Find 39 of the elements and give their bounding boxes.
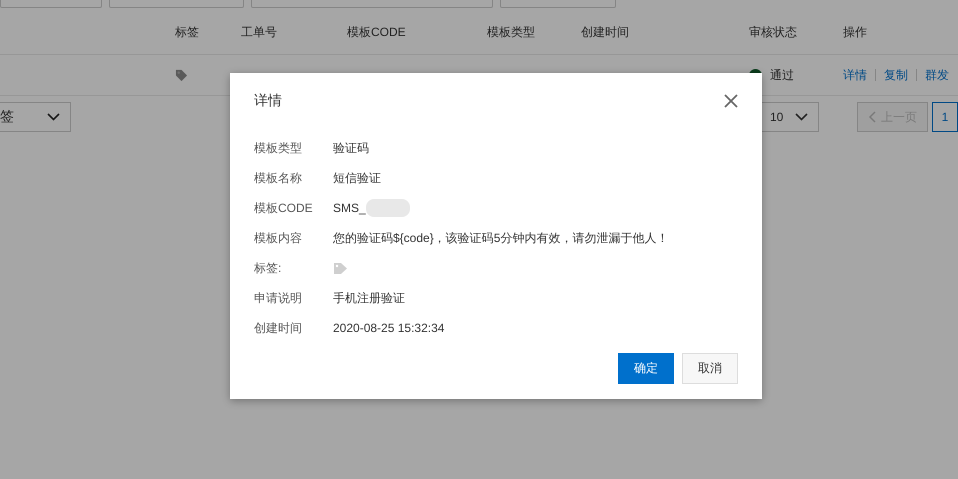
field-value: 2020-08-25 15:32:34	[333, 321, 444, 335]
column-header: 操作	[843, 24, 868, 40]
filter-field[interactable]	[109, 0, 244, 8]
chevron-down-icon	[795, 113, 808, 121]
cancel-button[interactable]: 取消	[682, 353, 738, 384]
column-header: 模板类型	[487, 24, 536, 40]
chevron-down-icon	[47, 113, 60, 121]
column-header: 审核状态	[749, 24, 798, 40]
field-value: SMS_	[333, 201, 366, 215]
column-header: 工单号	[241, 24, 278, 40]
close-icon[interactable]	[724, 94, 738, 108]
filter-field[interactable]	[251, 0, 493, 8]
field-label: 模板名称	[254, 170, 303, 186]
field-label: 模板类型	[254, 140, 303, 156]
tag-select[interactable]: 签	[0, 102, 71, 132]
column-header: 模板CODE	[347, 24, 407, 40]
field-label: 模板内容	[254, 230, 303, 246]
page-button[interactable]: 1	[932, 102, 958, 132]
field-label: 标签:	[254, 260, 282, 276]
field-value: 验证码	[333, 140, 369, 156]
column-header: 标签	[175, 24, 200, 40]
action-link[interactable]: 群发	[925, 66, 949, 84]
filter-field[interactable]	[0, 0, 102, 8]
field-value: 手机注册验证	[333, 290, 405, 306]
dialog-title: 详情	[254, 92, 282, 110]
tag-icon	[333, 262, 348, 274]
confirm-button[interactable]: 确定	[618, 353, 674, 384]
field-label: 模板CODE	[254, 200, 314, 216]
action-link[interactable]: 详情	[843, 66, 867, 84]
action-link[interactable]: 复制	[884, 66, 908, 84]
field-label: 创建时间	[254, 320, 303, 336]
field-value: 您的验证码${code}，该验证码5分钟内有效，请勿泄漏于他人！	[333, 230, 668, 246]
field-value: 短信验证	[333, 170, 381, 186]
field-label: 申请说明	[254, 290, 303, 306]
tag-icon	[175, 68, 188, 82]
column-header: 创建时间	[581, 24, 630, 40]
chevron-left-icon	[868, 111, 876, 123]
status-text: 通过	[770, 66, 794, 84]
filter-button[interactable]	[500, 0, 616, 8]
